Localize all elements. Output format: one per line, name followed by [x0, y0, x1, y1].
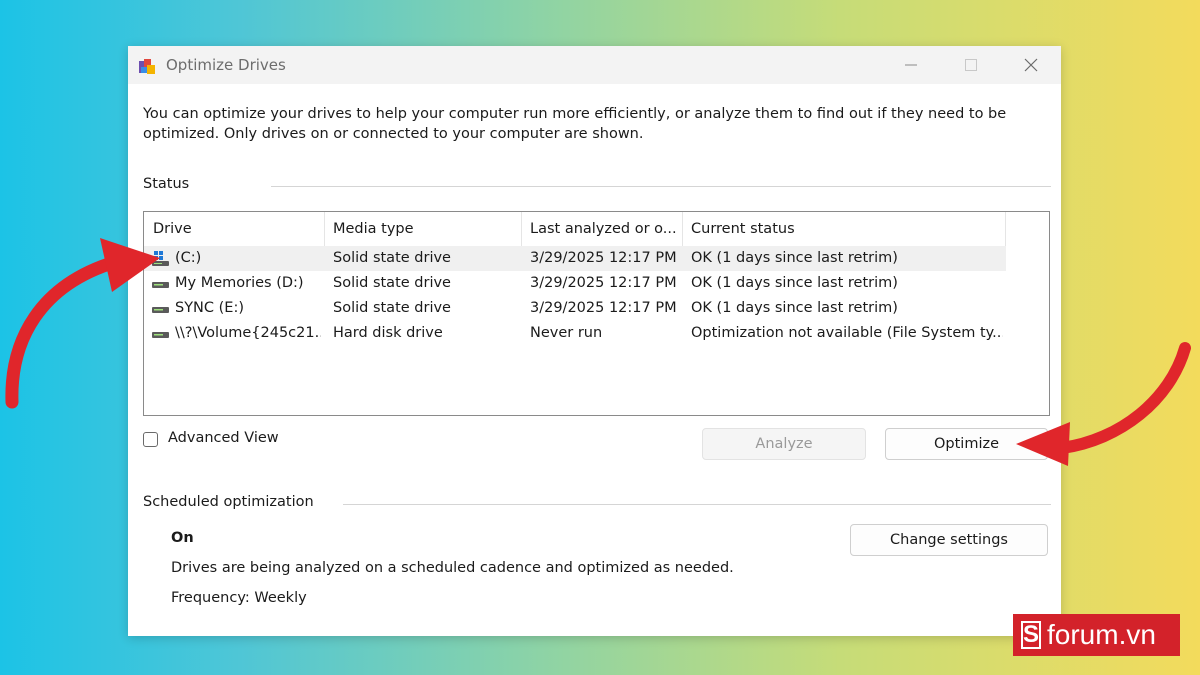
drive-media-type: Solid state drive — [333, 250, 451, 266]
minimize-icon — [905, 64, 917, 66]
sforum-logo: S forum.vn — [1013, 614, 1180, 656]
maximize-button[interactable] — [948, 46, 994, 84]
window-title: Optimize Drives — [166, 56, 286, 74]
change-settings-button[interactable]: Change settings — [850, 524, 1048, 556]
status-divider — [271, 186, 1051, 187]
drive-row[interactable]: \\?\Volume{245c21... Hard disk drive Nev… — [144, 321, 1006, 346]
drive-media-type: Solid state drive — [333, 300, 451, 316]
drive-last-analyzed: Never run — [530, 325, 603, 341]
drive-last-analyzed: 3/29/2025 12:17 PM — [530, 250, 677, 266]
drive-name: My Memories (D:) — [175, 275, 304, 291]
drive-media-type: Solid state drive — [333, 275, 451, 291]
advanced-view-checkbox[interactable] — [143, 432, 158, 447]
drive-last-analyzed: 3/29/2025 12:17 PM — [530, 300, 677, 316]
drive-current-status: OK (1 days since last retrim) — [691, 275, 898, 291]
drive-current-status: OK (1 days since last retrim) — [691, 300, 898, 316]
drive-list[interactable]: Drive Media type Last analyzed or o... C… — [143, 211, 1050, 416]
close-button[interactable] — [1008, 46, 1054, 84]
title-bar: Optimize Drives — [128, 46, 1061, 84]
column-header-drive[interactable]: Drive — [144, 212, 324, 246]
schedule-frequency: Frequency: Weekly — [171, 590, 307, 606]
sforum-logo-text: forum.vn — [1047, 619, 1156, 650]
schedule-divider — [343, 504, 1051, 505]
schedule-state: On — [171, 530, 194, 546]
drive-name: SYNC (E:) — [175, 300, 245, 316]
advanced-view-label[interactable]: Advanced View — [168, 430, 279, 446]
maximize-icon — [965, 59, 977, 71]
drive-current-status: Optimization not available (File System … — [691, 325, 1003, 341]
optimize-drives-window: Optimize Drives You can optimize your dr… — [128, 46, 1061, 636]
drive-media-type: Hard disk drive — [333, 325, 443, 341]
minimize-button[interactable] — [888, 46, 934, 84]
sforum-logo-mark: S — [1021, 621, 1041, 649]
left-arrow-icon — [5, 238, 160, 409]
defrag-app-icon — [139, 59, 155, 74]
column-header-media-type[interactable]: Media type — [324, 212, 521, 246]
drive-row[interactable]: (C:) Solid state drive 3/29/2025 12:17 P… — [144, 246, 1006, 271]
drive-name: (C:) — [175, 250, 202, 266]
analyze-button[interactable]: Analyze — [702, 428, 866, 460]
column-header-current-status[interactable]: Current status — [682, 212, 1006, 246]
window-description: You can optimize your drives to help you… — [143, 106, 1007, 142]
scheduled-optimization-label: Scheduled optimization — [143, 494, 314, 510]
right-arrow-icon — [1016, 342, 1191, 466]
status-section-label: Status — [143, 176, 190, 192]
close-icon — [1024, 58, 1038, 72]
column-divider — [1005, 212, 1006, 246]
drive-row[interactable]: My Memories (D:) Solid state drive 3/29/… — [144, 271, 1006, 296]
drive-name: \\?\Volume{245c21... — [175, 325, 321, 341]
schedule-description: Drives are being analyzed on a scheduled… — [171, 560, 734, 576]
drive-last-analyzed: 3/29/2025 12:17 PM — [530, 275, 677, 291]
drive-current-status: OK (1 days since last retrim) — [691, 250, 898, 266]
column-header-last-analyzed[interactable]: Last analyzed or o... — [521, 212, 682, 246]
drive-row[interactable]: SYNC (E:) Solid state drive 3/29/2025 12… — [144, 296, 1006, 321]
